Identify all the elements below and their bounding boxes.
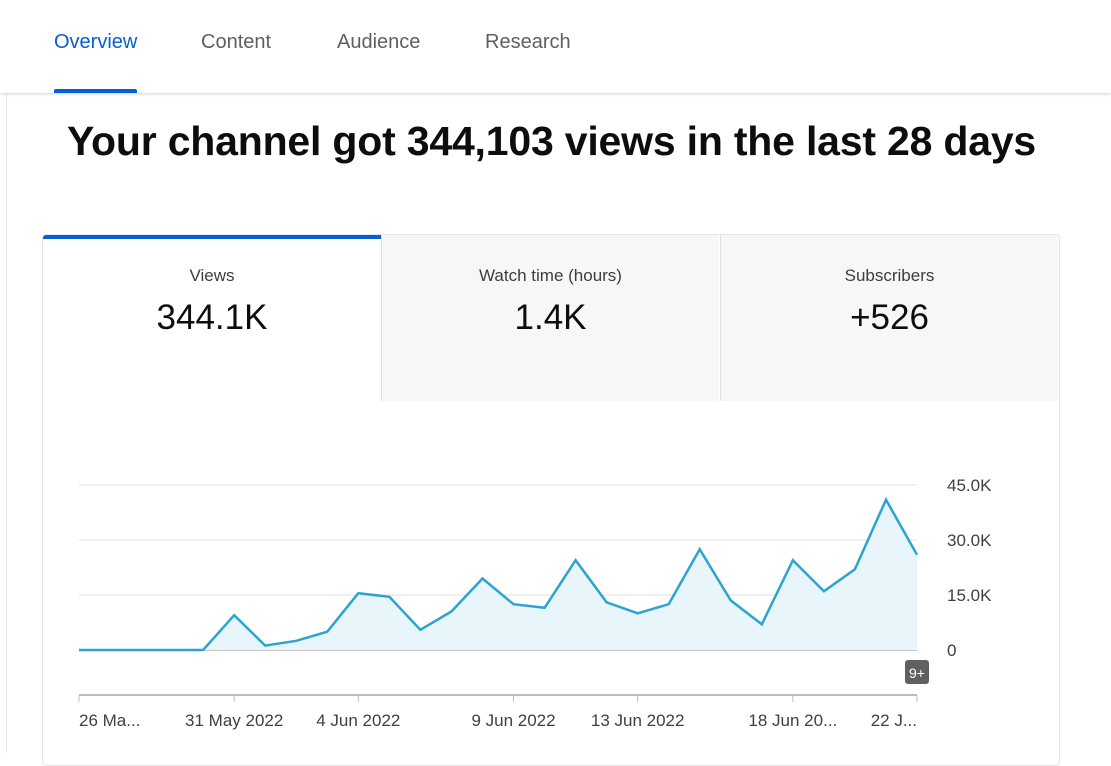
chart-y-axis-labels: 45.0K 30.0K 15.0K 0 <box>947 476 992 660</box>
y-tick-label: 15.0K <box>947 586 992 605</box>
y-tick-label: 30.0K <box>947 531 992 550</box>
x-tick-label: 4 Jun 2022 <box>316 711 400 730</box>
notes-badge[interactable]: 9+ <box>905 660 929 684</box>
x-tick-label: 22 J... <box>871 711 917 730</box>
tab-audience-label: Audience <box>337 31 421 53</box>
views-chart: 45.0K 30.0K 15.0K 0 26 Ma... 31 May 2022 4 Ju… <box>78 476 992 730</box>
tab-content[interactable]: Content <box>201 0 271 93</box>
tab-overview-label: Overview <box>54 31 138 53</box>
x-tick-label: 18 Jun 20... <box>748 711 837 730</box>
tab-active-indicator <box>54 89 138 93</box>
tab-research[interactable]: Research <box>485 0 571 93</box>
chart-area-fill <box>79 499 917 650</box>
tab-audience[interactable]: Audience <box>337 0 420 93</box>
tab-overview[interactable]: Overview <box>54 0 138 93</box>
x-tick-label: 31 May 2022 <box>185 711 283 730</box>
tab-content-label: Content <box>201 31 272 53</box>
tab-research-label: Research <box>485 31 571 53</box>
x-tick-label: 26 Ma... <box>79 711 140 730</box>
x-tick-label: 13 Jun 2022 <box>591 711 685 730</box>
y-tick-label: 0 <box>947 641 956 660</box>
tab-bar: Overview Content Audience Research <box>0 0 1111 93</box>
x-tick-label: 9 Jun 2022 <box>471 711 555 730</box>
chart-x-axis: 26 Ma... 31 May 2022 4 Jun 2022 9 Jun 2022 1… <box>78 694 918 730</box>
y-tick-label: 45.0K <box>947 476 992 495</box>
notes-badge-label: 9+ <box>909 665 925 681</box>
